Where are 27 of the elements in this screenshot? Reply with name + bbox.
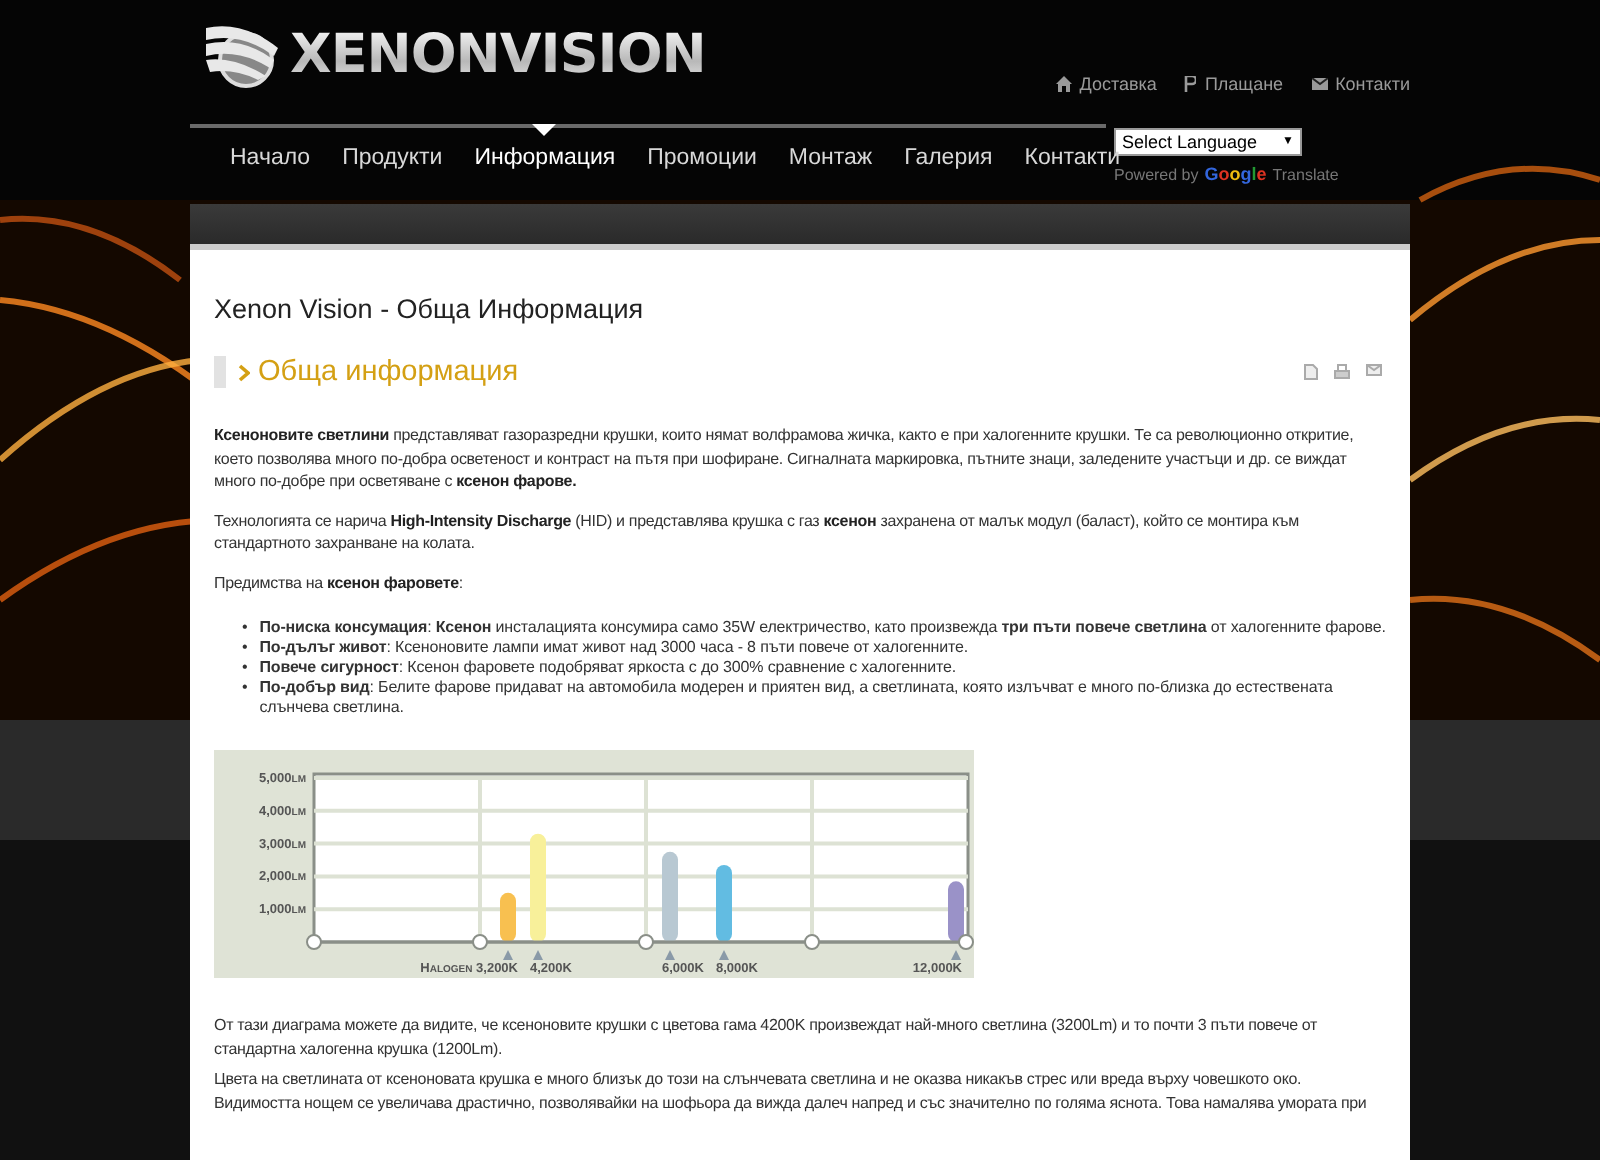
paragraph: От тази диаграма можете да видите, че ксеноновите крушки с цветова гама 4200K произвеждат най-много светлина (3200Lm) и то почти 3 пъти повече от стандартна халогенна крушка (1200Lm). <box>214 1014 1320 1060</box>
powered-by-text: Powered by <box>1114 165 1199 183</box>
nav-item[interactable]: Начало <box>214 128 327 200</box>
list-bullet: • <box>242 678 248 700</box>
list-item: По-ниска консумация: Ксенон инсталацията консумира само 35W електричество, като произвежда три пъти повече светлина от халогенните фарове. <box>259 618 1386 638</box>
list-bullet: • <box>242 638 248 658</box>
list-bullet: • <box>242 618 248 638</box>
nav-item[interactable]: Галерия <box>888 128 1009 200</box>
paragraph: Цвета на светлината от ксеноновата крушка е много близък до този на слънчевата светлина и не оказва никакъв стрес или вреда върху човешкото око. Видимостта нощем се увеличава драстично, позволявайки на шофьора да вижда далеч напред и със значително по голяма яснота. Това намалява умората при <box>214 1068 1369 1114</box>
list-item: По-дълъг живот: Ксеноновите лампи имат живот над 3000 часа - 8 пъти повече от халогенните. <box>259 638 969 658</box>
paragraph: Ксеноновите светлини представляват газоразредни крушки, които нямат волфрамова жичка, както е при халогенните крушки. Те са революционно откритие, което позволява много по-добра осветеност и контраст на пътя при шофиране. Сигналната маркировка, пътните знаци, заледените участъци и др. се виждат много по-добре при осветяване с ксенон фарове. <box>214 424 1356 493</box>
page-title: Xenon Vision - Обща Информация <box>214 294 646 324</box>
section-heading: Обща информация <box>258 356 519 388</box>
translate-text: Translate <box>1272 165 1339 183</box>
nav-item[interactable]: Промоции <box>631 128 773 200</box>
list-item: Повече сигурност: Ксенон фаровете подобряват яркоста с до 300% сравнение с халогенните. <box>259 658 957 678</box>
top-link[interactable]: Контакти <box>1311 74 1410 94</box>
nav-item[interactable]: Продукти <box>326 128 459 200</box>
nav-item[interactable]: Монтаж <box>772 128 889 200</box>
google-text: Google <box>1204 164 1267 184</box>
list-bullet: • <box>242 658 248 678</box>
list-item: По-добър вид: Белите фарове придават на автомобила модерен и приятен вид, а светлината, която излъчват е много по-близка до естествената слънчева светлина. <box>259 678 1335 718</box>
paragraph: Технологията се нарича High-Intensity Discharge (HID) и представлява крушка с газ ксенон захранена от малък модул (баласт), който се монтира към стандартното захранване на колата. <box>214 509 1301 555</box>
top-link[interactable]: Плащане <box>1184 74 1284 94</box>
nav-item[interactable]: Информация <box>458 128 632 200</box>
top-link[interactable]: Доставка <box>1055 74 1157 94</box>
paragraph: Предимства на ксенон фаровете: <box>214 571 465 594</box>
